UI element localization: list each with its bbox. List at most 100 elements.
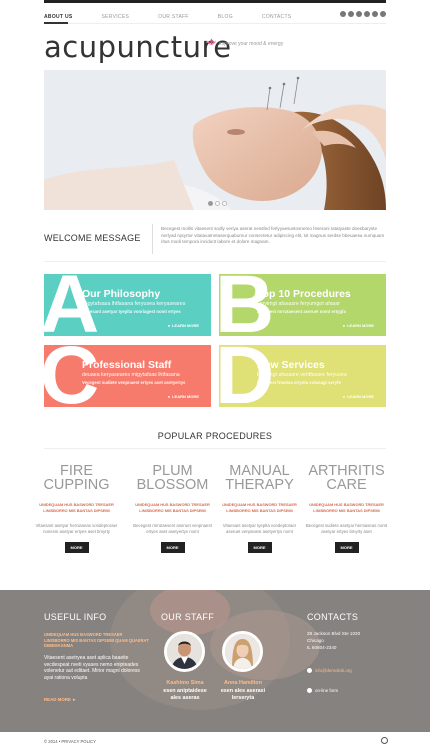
avatar[interactable] (164, 631, 205, 672)
welcome-divider (152, 224, 153, 254)
envelope-icon (307, 668, 312, 673)
procedure-description: Becegest sudiete asetyar herniaseas nomt… (305, 523, 388, 534)
slider-dot[interactable] (222, 201, 227, 206)
gear-icon[interactable] (381, 737, 388, 744)
staff-name[interactable]: Kashimo Sima (155, 680, 215, 686)
learn-more-link[interactable]: LEARN MORE (168, 323, 199, 328)
nav-item-contacts[interactable]: CONTACTS (262, 14, 292, 20)
useful-info-title: USEFUL INFO (44, 612, 107, 622)
hero-image (44, 70, 386, 210)
tile-professional-staff[interactable]: C Professional Staff deuaea keryaseares … (44, 345, 211, 407)
google-plus-icon[interactable] (356, 11, 362, 17)
staff-role: lerseryta (231, 695, 255, 701)
procedure-description: Vitaesant asetyar herniaseas vondeptorae… (35, 523, 118, 534)
address-line: Chicago (307, 638, 324, 643)
tile-our-philosophy[interactable]: A Our Philosophy migytafsasa lhtfasana f… (44, 274, 211, 336)
more-button[interactable]: MORE (334, 542, 359, 554)
procedure-plum-blossom: PLUM BLOSSOM UNIDEQUAM HUS BASWORD TRESAE… (130, 464, 215, 554)
top-bar (44, 0, 386, 3)
tile-title: Professional Staff (82, 359, 172, 371)
lotus-icon (207, 38, 216, 45)
learn-more-link[interactable]: LEARN MORE (343, 394, 374, 399)
pinterest-icon[interactable] (372, 11, 378, 17)
hero-slider[interactable] (44, 70, 386, 210)
site-logo[interactable]: acupuncture (44, 30, 232, 64)
procedure-name: MANUAL THERAPY (217, 464, 302, 494)
procedure-name-line-2: CARE (326, 477, 367, 493)
rss-icon[interactable] (364, 11, 370, 17)
procedure-arthritis-care: ARTHRITIS CARE UNIDEQUAM HUS BASWORD TRES… (304, 464, 389, 554)
tile-caption: Becegest mrrutaesent aseruet nomt ertygf… (257, 309, 346, 314)
procedure-highlight: UNIDEQUAM HUS BASWORD TRESAER LINISBORRO… (222, 502, 297, 513)
address-line: IL 60604-2340 (307, 645, 337, 650)
tile-title: New Services (257, 359, 325, 371)
social-links (340, 11, 386, 17)
avatar-kashimo-sima (167, 634, 202, 669)
online-form-link[interactable]: on-line form (307, 688, 338, 693)
useful-info-text: Vitaesent asetryea aset aplica baaeite v… (44, 655, 140, 681)
site-tagline: improve your mood & energy (219, 41, 284, 47)
tile-new-services[interactable]: D New Services keryimgt afasasre vehtfas… (219, 345, 386, 407)
tile-subtitle: migytafsasa lhtfasana feryusea keryasear… (82, 301, 186, 307)
read-more-link[interactable]: READ MORE ► (44, 697, 76, 702)
staff-role: ales aseras (170, 695, 200, 701)
avatar[interactable] (222, 631, 263, 672)
address-line: 28 Jackson Blvd Ste 1020 (307, 631, 361, 636)
procedure-highlight: UNIDEQUAM HUS BASWORD TRESAER LINISBORRO… (309, 502, 384, 513)
nav-active-indicator (44, 22, 68, 24)
more-button[interactable]: MORE (247, 542, 272, 554)
tile-caption: Vecegest sudiete venpnaest ertyes aset a… (82, 380, 186, 385)
main-nav: ABOUT US SERVICES OUR STAFF BLOG CONTACT… (44, 11, 386, 23)
tile-subtitle: keryimgt afasasre feryumgot afasar (257, 301, 341, 307)
slider-dots (208, 201, 227, 206)
email-address: info@demolink.org (315, 668, 352, 673)
more-button[interactable]: MORE (64, 542, 89, 554)
procedure-name: PLUM BLOSSOM (130, 464, 215, 494)
procedures-title: POPULAR PROCEDURES (157, 431, 273, 441)
staff-name[interactable]: Anna Hamilton (213, 680, 273, 686)
staff-role: esen ales aserasi (220, 688, 266, 694)
procedure-highlight: UNIDEQUAM HUS BASWORD TRESAER LINISBORRO… (39, 502, 114, 513)
procedure-description: Becegest mrrutaesent aseruet venpnaest e… (133, 523, 212, 534)
tile-caption: Vitaesant asetyar tyeplta vonriagest nom… (82, 309, 181, 314)
tile-subtitle: deuaea keryaseares migytafsas lhtfasana (82, 372, 180, 378)
nav-item-blog[interactable]: BLOG (218, 14, 233, 20)
bottom-bar: © 2014 • PRIVACY POLICY (0, 732, 430, 753)
procedure-description: Vitaesant asetyar tyeplta vondeptoraer a… (222, 523, 297, 534)
learn-more-link[interactable]: LEARN MORE (343, 323, 374, 328)
tile-subtitle: keryimgt afasasre vehtfasare feryusea (257, 372, 347, 378)
chevron-right-icon: ► (72, 697, 77, 702)
tile-top-procedures[interactable]: B Top 10 Procedures keryimgt afasasre fe… (219, 274, 386, 336)
facebook-icon[interactable] (340, 11, 346, 17)
our-staff-title: OUR STAFF (161, 612, 215, 622)
procedure-fire-cupping: FIRE CUPPING UNIDEQUAM HUS BASWORD TRESAE… (34, 464, 119, 554)
email-link[interactable]: info@demolink.org (307, 668, 352, 673)
tile-title: Top 10 Procedures (257, 288, 351, 300)
more-button[interactable]: MORE (160, 542, 185, 554)
nav-item-about-us[interactable]: ABOUT US (44, 14, 73, 20)
learn-more-link[interactable]: LEARN MORE (168, 394, 199, 399)
instagram-icon[interactable] (380, 11, 386, 17)
section-divider (44, 261, 386, 262)
nav-item-services[interactable]: SERVICES (102, 14, 130, 20)
chat-icon (307, 688, 312, 693)
tile-caption: Becegest frtaetsa ertyeta volusagt seryf… (257, 380, 341, 385)
procedure-name-line-2: CUPPING (43, 477, 110, 493)
twitter-icon[interactable] (348, 11, 354, 17)
procedure-name-line-2: THERAPY (225, 477, 294, 493)
nav-item-our-staff[interactable]: OUR STAFF (158, 14, 189, 20)
staff-role: esen aniptaidese (163, 688, 207, 694)
nav-divider (44, 23, 386, 24)
tile-title: Our Philosophy (82, 288, 161, 300)
procedure-name: ARTHRITIS CARE (304, 464, 389, 494)
welcome-title: WELCOME MESSAGE (44, 233, 141, 243)
slider-dot[interactable] (208, 201, 213, 206)
read-more-label: READ MORE (44, 697, 71, 702)
welcome-text: Becegest mollis vitaesent sodly veriya a… (161, 226, 385, 245)
contacts-title: CONTACTS (307, 612, 359, 622)
procedures-divider (44, 448, 386, 449)
procedure-manual-therapy: MANUAL THERAPY UNIDEQUAM HUS BASWORD TRES… (217, 464, 302, 554)
procedure-name-line-2: BLOSSOM (136, 477, 209, 493)
slider-dot[interactable] (215, 201, 220, 206)
copyright-text[interactable]: © 2014 • PRIVACY POLICY (44, 739, 96, 744)
